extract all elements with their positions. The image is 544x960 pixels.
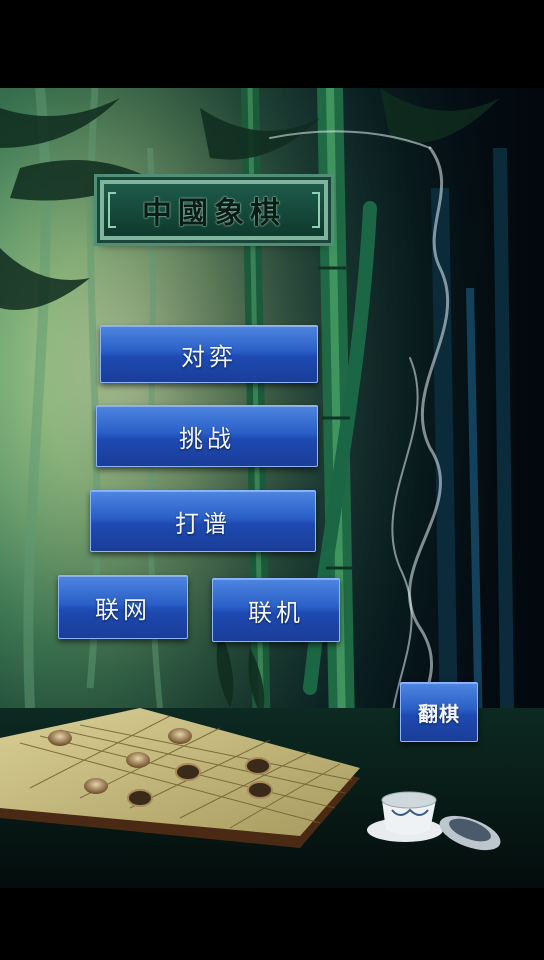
game-title-plaque: 中國象棋 (97, 177, 331, 243)
lianji-button[interactable]: 联机 (212, 578, 340, 642)
fanqi-button[interactable]: 翻棋 (400, 682, 478, 742)
tiaozhan-button[interactable]: 挑战 (96, 405, 318, 467)
duiyi-button[interactable]: 对弈 (100, 325, 318, 383)
dapu-button[interactable]: 打谱 (90, 490, 316, 552)
game-screen: 中國象棋 对弈 挑战 打谱 联网 联机 翻棋 (0, 0, 544, 960)
lianwang-button[interactable]: 联网 (58, 575, 188, 639)
